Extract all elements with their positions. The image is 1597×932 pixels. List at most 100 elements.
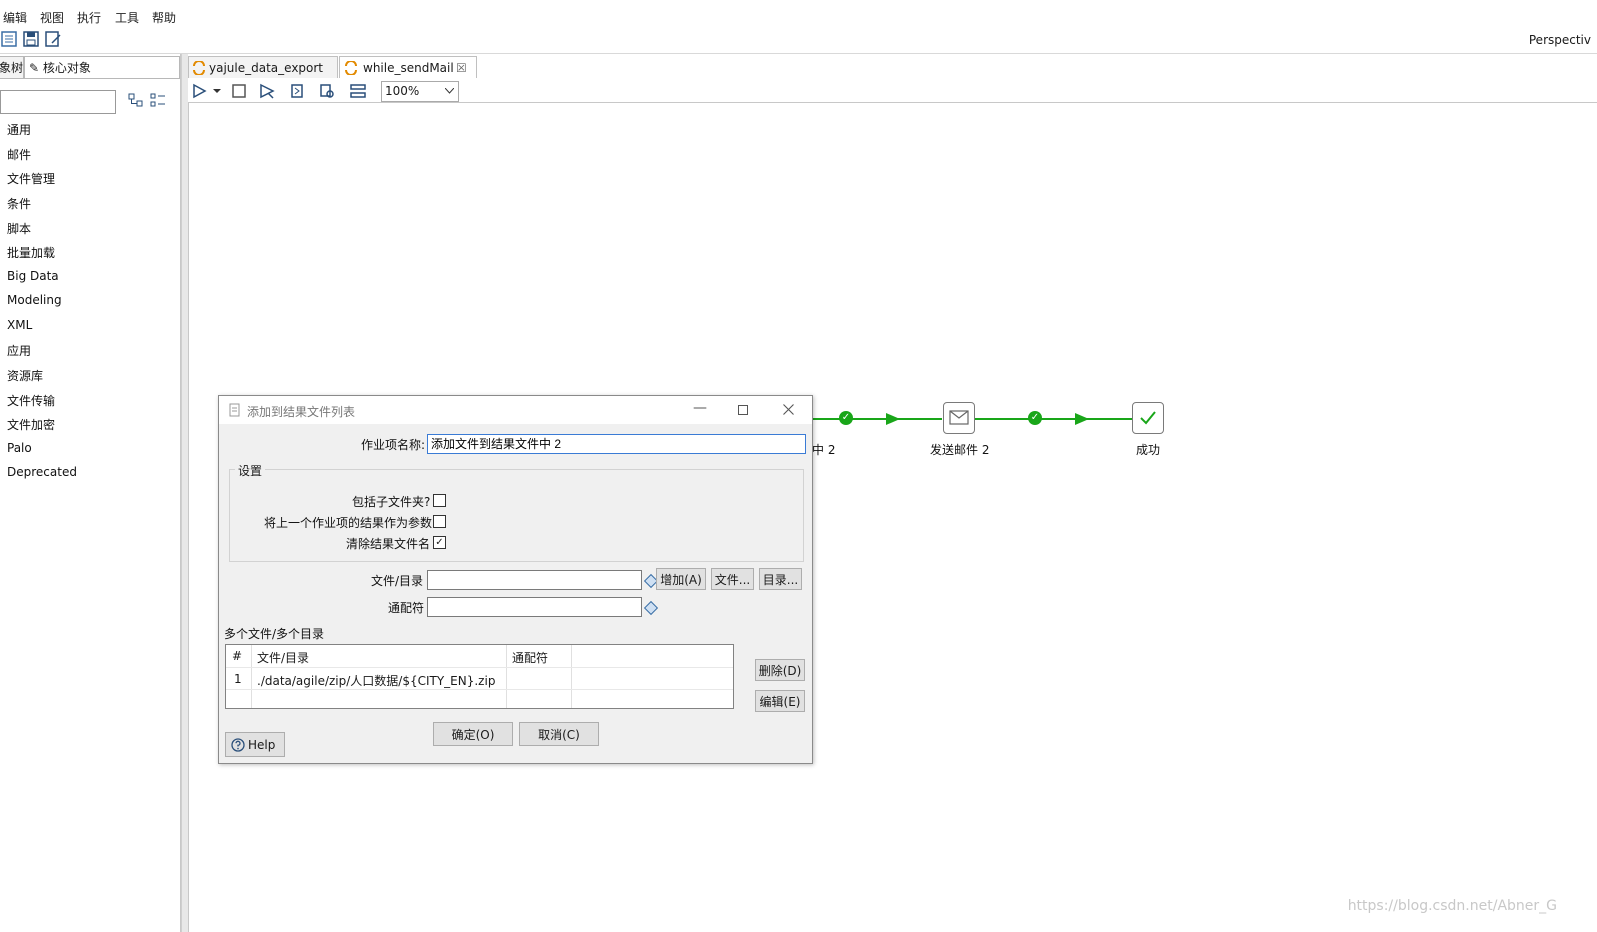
help-button-label: Help bbox=[248, 738, 276, 752]
category-big-data[interactable]: Big Data bbox=[7, 269, 59, 283]
search-input[interactable] bbox=[0, 90, 116, 114]
prev-results-checkbox[interactable] bbox=[433, 515, 446, 528]
chevron-down-icon bbox=[445, 88, 454, 94]
add-result-files-dialog: 添加到结果文件列表 — 作业项名称: 设置 包括子文件夹? 将上一个作业项的结果… bbox=[218, 395, 813, 764]
zoom-select[interactable]: 100% bbox=[381, 81, 459, 102]
node-label-add-files: 中 2 bbox=[812, 443, 836, 457]
left-panel: 象树 ✎ 核心对象 通用 邮件 文件管理 条件 脚本 批量加载 Big Data… bbox=[0, 54, 181, 932]
editor-toolbar: 100% bbox=[188, 80, 1597, 103]
run-icon[interactable] bbox=[191, 83, 207, 99]
delete-button[interactable]: 删除(D) bbox=[755, 659, 805, 681]
jobentry-name-input[interactable] bbox=[427, 434, 806, 454]
main-toolbar: Perspectiv bbox=[0, 27, 1597, 54]
close-icon[interactable] bbox=[783, 404, 794, 415]
stop-icon[interactable] bbox=[231, 83, 247, 99]
table-header-wildcard[interactable]: 通配符 bbox=[512, 649, 548, 666]
job-icon bbox=[345, 61, 357, 75]
help-button[interactable]: Help bbox=[225, 732, 285, 757]
tab-while-sendmail[interactable]: while_sendMail ☒ bbox=[339, 56, 477, 78]
help-icon bbox=[231, 738, 245, 752]
close-tab-icon[interactable]: ☒ bbox=[456, 57, 467, 79]
category-conditions[interactable]: 条件 bbox=[7, 195, 31, 212]
tab-core-objects[interactable]: ✎ 核心对象 bbox=[24, 56, 180, 79]
menu-tools[interactable]: 工具 bbox=[115, 9, 139, 26]
preview-icon[interactable] bbox=[259, 83, 275, 99]
save-icon[interactable] bbox=[23, 31, 39, 47]
perspective-label[interactable]: Perspectiv bbox=[1529, 33, 1591, 47]
table-col-divider bbox=[506, 645, 507, 708]
prev-results-label: 将上一个作业项的结果作为参数 bbox=[264, 516, 433, 530]
job-icon bbox=[193, 61, 205, 75]
tree-expand-icon[interactable] bbox=[128, 92, 144, 108]
dialog-titlebar[interactable]: 添加到结果文件列表 — bbox=[219, 396, 812, 424]
menu-edit[interactable]: 编辑 bbox=[3, 9, 27, 26]
ok-button[interactable]: 确定(O) bbox=[433, 722, 513, 746]
add-button[interactable]: 增加(A) bbox=[656, 568, 706, 590]
hop-arrow-icon bbox=[886, 413, 900, 425]
menu-help[interactable]: 帮助 bbox=[152, 9, 176, 26]
menu-bar: 编辑 视图 执行 工具 帮助 bbox=[0, 0, 1597, 26]
tab-object-tree[interactable]: 象树 bbox=[0, 56, 24, 79]
table-cell-path[interactable]: ./data/agile/zip/人口数据/${CITY_EN}.zip bbox=[257, 672, 495, 689]
menu-view[interactable]: 视图 bbox=[40, 9, 64, 26]
hop-ok-icon: ✓ bbox=[839, 411, 853, 425]
tab-while-sendmail-label: while_sendMail bbox=[363, 61, 454, 75]
category-utility[interactable]: 应用 bbox=[7, 342, 31, 359]
category-mail[interactable]: 邮件 bbox=[7, 146, 31, 163]
hop-ok-icon: ✓ bbox=[1028, 411, 1042, 425]
tab-yajule-label: yajule_data_export bbox=[209, 61, 324, 75]
files-table: # 文件/目录 通配符 1 ./data/agile/zip/人口数据/${CI… bbox=[225, 644, 734, 709]
tab-core-objects-label: 核心对象 bbox=[42, 61, 91, 75]
hop-line bbox=[975, 418, 1132, 420]
wildcard-input[interactable] bbox=[427, 597, 642, 617]
category-file-transfer[interactable]: 文件传输 bbox=[7, 392, 55, 409]
table-col-divider bbox=[251, 645, 252, 708]
settings-group-title: 设置 bbox=[235, 462, 266, 479]
replay-icon[interactable] bbox=[289, 83, 305, 99]
list-view-icon[interactable] bbox=[150, 92, 166, 108]
file-dir-input[interactable] bbox=[427, 570, 642, 590]
tab-object-tree-label: 象树 bbox=[0, 61, 24, 75]
tab-yajule-data-export[interactable]: yajule_data_export bbox=[188, 56, 338, 78]
table-col-divider bbox=[571, 645, 572, 708]
dir-browse-button[interactable]: 目录... bbox=[759, 568, 802, 590]
category-bulk-loading[interactable]: 批量加载 bbox=[7, 244, 55, 261]
category-palo[interactable]: Palo bbox=[7, 441, 32, 455]
category-modeling[interactable]: Modeling bbox=[7, 293, 62, 307]
clear-names-checkbox[interactable]: ✓ bbox=[433, 536, 446, 549]
category-scripting[interactable]: 脚本 bbox=[7, 220, 31, 237]
category-xml[interactable]: XML bbox=[7, 318, 32, 332]
watermark: https://blog.csdn.net/Abner_G bbox=[1347, 898, 1557, 914]
category-repository[interactable]: 资源库 bbox=[7, 367, 43, 384]
tab-divider bbox=[0, 78, 180, 79]
node-label-send-mail: 发送邮件 2 bbox=[930, 443, 990, 457]
wildcard-label: 通配符 bbox=[388, 601, 425, 615]
minimize-icon[interactable]: — bbox=[693, 400, 707, 416]
save-as-icon[interactable] bbox=[45, 31, 61, 47]
include-subfolders-checkbox[interactable] bbox=[433, 494, 446, 507]
category-general[interactable]: 通用 bbox=[7, 121, 31, 138]
new-file-icon[interactable] bbox=[1, 31, 17, 47]
checkmark-icon bbox=[1140, 411, 1156, 425]
table-header-file-dir[interactable]: 文件/目录 bbox=[257, 649, 309, 666]
file-browse-button[interactable]: 文件... bbox=[711, 568, 754, 590]
category-deprecated[interactable]: Deprecated bbox=[7, 465, 77, 479]
variable-icon[interactable] bbox=[643, 600, 659, 616]
category-file-management[interactable]: 文件管理 bbox=[7, 170, 55, 187]
table-header-num[interactable]: # bbox=[232, 649, 242, 663]
multi-files-label: 多个文件/多个目录 bbox=[224, 627, 325, 641]
category-file-encryption[interactable]: 文件加密 bbox=[7, 416, 55, 433]
hop-line bbox=[812, 418, 942, 420]
clear-names-label: 清除结果文件名 bbox=[346, 537, 431, 551]
table-header-divider bbox=[226, 667, 733, 668]
maximize-icon[interactable] bbox=[738, 405, 748, 415]
node-send-mail[interactable] bbox=[943, 402, 975, 434]
check-icon[interactable] bbox=[319, 83, 335, 99]
cancel-button[interactable]: 取消(C) bbox=[519, 722, 599, 746]
menu-run[interactable]: 执行 bbox=[77, 9, 101, 26]
node-success[interactable] bbox=[1132, 402, 1164, 434]
hop-arrow-icon bbox=[1075, 413, 1089, 425]
edit-button[interactable]: 编辑(E) bbox=[755, 690, 805, 712]
run-dropdown-icon[interactable] bbox=[213, 87, 221, 95]
sql-icon[interactable] bbox=[350, 83, 366, 99]
